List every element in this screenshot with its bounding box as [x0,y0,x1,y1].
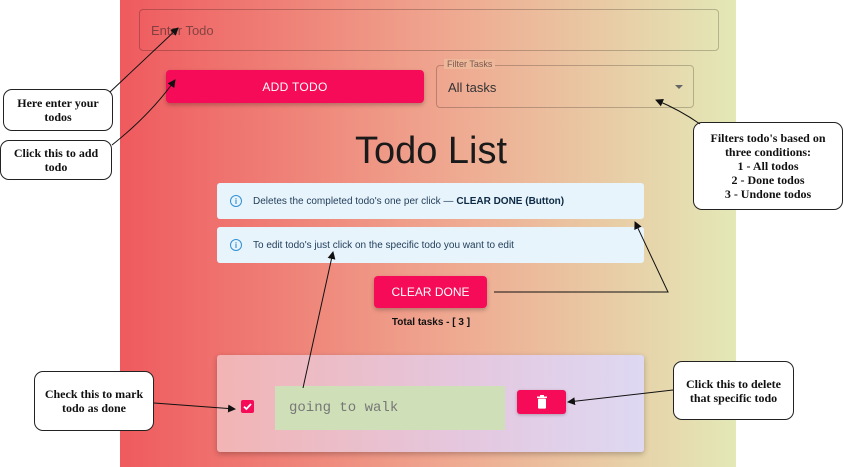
alert-bold-text: CLEAR DONE (Button) [456,195,565,207]
delete-todo-button[interactable] [517,390,566,414]
callout-line: Check this to mark [44,387,144,401]
callout-check: Check this to mark todo as done [34,371,154,431]
callout-line: 1 - All todos [737,159,799,173]
total-tasks-count: Total tasks - [ 3 ] [391,317,471,328]
page-title: Todo List [354,130,508,172]
info-icon: i [230,239,242,251]
todo-done-checkbox[interactable] [241,400,254,413]
info-alert-clear-done: i Deletes the completed todo's one per c… [217,183,644,219]
callout-line: todo [44,160,68,174]
add-todo-button[interactable]: ADD TODO [166,70,424,103]
callout-enter-todo: Here enter your todos [3,89,113,131]
todo-text-field[interactable]: going to walk [275,386,505,430]
check-icon [243,403,252,411]
callout-line: todos [44,110,72,124]
callout-line: 2 - Done todos [731,173,805,187]
filter-select[interactable]: Filter Tasks All tasks [436,59,694,108]
callout-line: Click this to delete [686,376,781,391]
info-icon: i [230,195,242,207]
alert-text: To edit todo's just click on the specifi… [253,239,514,251]
callout-filter: Filters todo's based on three conditions… [693,122,843,210]
callout-line: three conditions: [724,145,812,159]
callout-line: Click this to add [13,146,99,160]
callout-line: todo as done [61,401,126,415]
callout-line: 3 - Undone todos [724,187,812,201]
todo-input[interactable] [139,9,719,51]
filter-label: Filter Tasks [444,59,496,69]
trash-icon [536,395,547,409]
todo-app: ADD TODO Filter Tasks All tasks Todo Lis… [120,0,736,467]
callout-line: that specific todo [689,390,778,405]
clear-done-button[interactable]: CLEAR DONE [374,276,487,308]
filter-selected-value: All tasks [448,80,497,95]
todo-item: going to walk [217,355,644,452]
callout-line: Filters todo's based on [710,131,826,145]
dropdown-arrow-icon [675,85,683,89]
callout-add-todo: Click this to add todo [0,140,112,180]
callout-line: Here enter your [17,96,99,110]
callout-delete: Click this to delete that specific todo [673,361,794,420]
alert-text: Deletes the completed todo's one per cli… [253,195,454,207]
info-alert-edit: i To edit todo's just click on the speci… [217,227,644,263]
